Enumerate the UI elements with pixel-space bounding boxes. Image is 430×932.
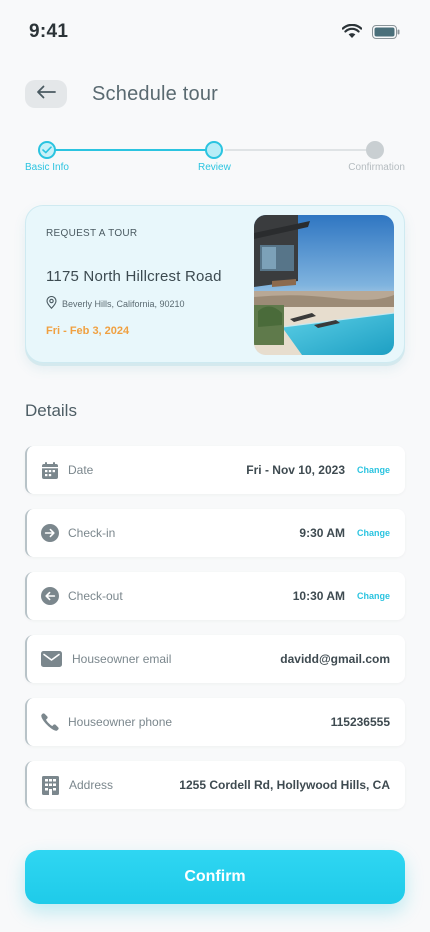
status-icons	[342, 24, 400, 39]
confirm-button[interactable]: Confirm	[25, 850, 405, 904]
step-label-basic-info: Basic Info	[25, 162, 69, 173]
step-label-review: Review	[198, 162, 231, 173]
header: Schedule tour	[25, 80, 405, 108]
building-icon	[40, 775, 60, 795]
check-icon	[42, 141, 52, 159]
detail-label-phone: Houseowner phone	[68, 715, 173, 729]
page-title: Schedule tour	[92, 82, 219, 105]
calendar-icon	[40, 460, 60, 480]
phone-icon	[40, 712, 60, 732]
step-line-pending	[225, 149, 375, 151]
details-section-title: Details	[25, 401, 77, 420]
step-label-confirmation: Confirmation	[348, 162, 405, 173]
progress-stepper: Basic Info Review Confirmation	[25, 138, 405, 178]
detail-row-email: Houseowner email davidd@gmail.com	[25, 635, 405, 683]
detail-value-phone: 115236555	[330, 715, 390, 729]
detail-row-check-in: Check-in 9:30 AM Change	[25, 509, 405, 557]
detail-value-date: Fri - Nov 10, 2023	[246, 463, 345, 477]
step-dot-confirmation[interactable]	[366, 141, 384, 159]
change-check-in-link[interactable]: Change	[357, 528, 390, 538]
mail-icon	[40, 649, 62, 669]
status-time: 9:41	[29, 21, 69, 42]
detail-row-phone: Houseowner phone 115236555	[25, 698, 405, 746]
tour-request-card[interactable]: REQUEST A TOUR 1175 North Hillcrest Road…	[25, 205, 405, 363]
detail-label-date: Date	[68, 463, 94, 477]
detail-label-check-out: Check-out	[68, 589, 123, 603]
back-button[interactable]	[25, 80, 67, 108]
change-check-out-link[interactable]: Change	[357, 591, 390, 601]
step-dot-basic-info[interactable]	[38, 141, 56, 159]
battery-icon	[372, 24, 400, 39]
tour-date: Fri - Feb 3, 2024	[46, 325, 130, 337]
detail-label-check-in: Check-in	[68, 526, 116, 540]
detail-row-address: Address 1255 Cordell Rd, Hollywood Hills…	[25, 761, 405, 809]
tour-address: 1175 North Hillcrest Road	[46, 268, 222, 285]
detail-row-date: Date Fri - Nov 10, 2023 Change	[25, 446, 405, 494]
status-bar: 9:41	[0, 0, 430, 64]
detail-label-email: Houseowner email	[72, 652, 172, 666]
wifi-icon	[342, 24, 362, 39]
tour-location: Beverly Hills, California, 90210	[46, 295, 185, 311]
change-date-link[interactable]: Change	[357, 465, 390, 475]
arrow-left-circle-icon	[40, 586, 60, 606]
tour-location-text: Beverly Hills, California, 90210	[62, 298, 185, 309]
tour-kicker: REQUEST A TOUR	[46, 228, 138, 239]
step-line-completed	[47, 149, 215, 151]
detail-value-address: 1255 Cordell Rd, Hollywood Hills, CA	[179, 778, 390, 792]
detail-value-email: davidd@gmail.com	[280, 652, 390, 666]
arrow-left-icon	[36, 85, 56, 104]
detail-value-check-in: 9:30 AM	[299, 526, 345, 540]
arrow-right-circle-icon	[40, 523, 60, 543]
step-dot-review[interactable]	[205, 141, 223, 159]
detail-row-check-out: Check-out 10:30 AM Change	[25, 572, 405, 620]
property-photo	[254, 215, 394, 355]
detail-value-check-out: 10:30 AM	[292, 589, 345, 603]
detail-label-address: Address	[69, 778, 114, 792]
location-pin-icon	[46, 295, 57, 311]
